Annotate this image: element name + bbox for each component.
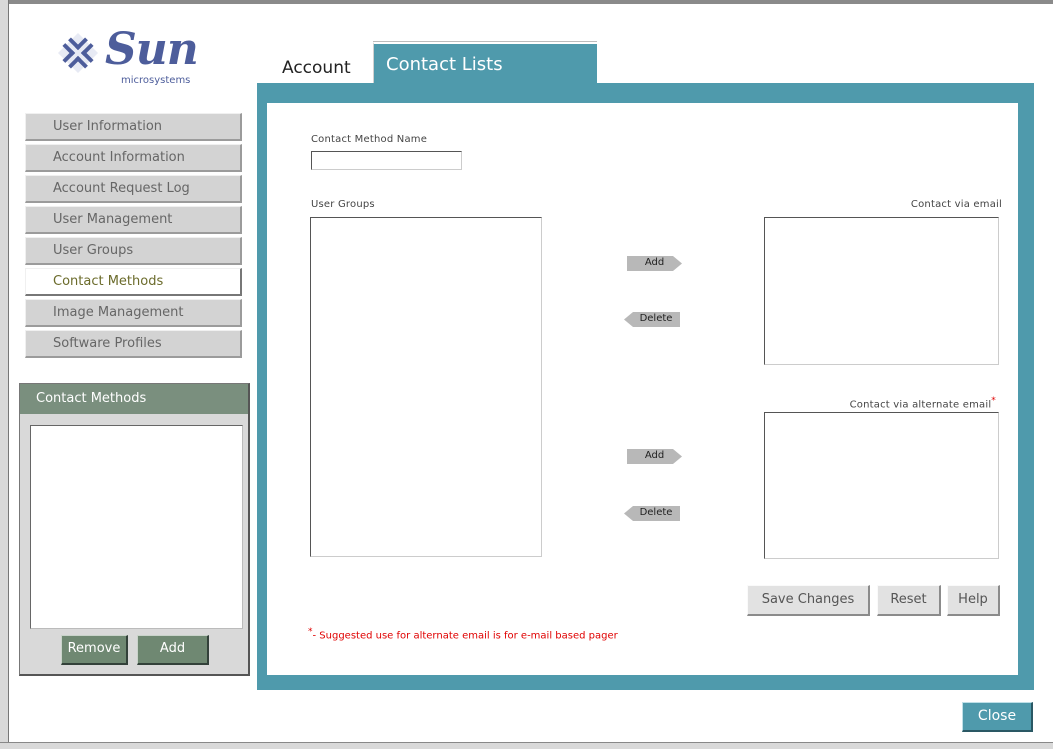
required-asterisk: * bbox=[991, 396, 996, 406]
tab-contact-lists[interactable]: Contact Lists bbox=[373, 42, 597, 83]
logo-wordmark: Sun bbox=[105, 24, 199, 75]
sidebar-item-account-information[interactable]: Account Information bbox=[25, 144, 242, 172]
contact-via-email-label: Contact via email bbox=[910, 199, 1002, 210]
contact-method-name-input[interactable] bbox=[311, 151, 462, 170]
window-left-border bbox=[0, 0, 9, 748]
add-email-button[interactable]: Add bbox=[627, 256, 682, 271]
user-groups-label: User Groups bbox=[311, 199, 375, 210]
contact-via-alternate-email-list[interactable] bbox=[764, 412, 999, 559]
add-contact-method-button[interactable]: Add bbox=[137, 635, 209, 665]
add-alternate-email-label: Add bbox=[644, 450, 665, 461]
reset-button[interactable]: Reset bbox=[877, 585, 941, 616]
tab-account[interactable]: Account bbox=[282, 58, 351, 78]
help-button[interactable]: Help bbox=[947, 585, 1000, 616]
remove-contact-method-button[interactable]: Remove bbox=[61, 635, 128, 665]
sidebar-item-account-request-log[interactable]: Account Request Log bbox=[25, 175, 242, 203]
sidebar-item-image-management[interactable]: Image Management bbox=[25, 299, 242, 327]
contact-via-alternate-email-text: Contact via alternate email bbox=[849, 399, 992, 411]
contact-via-email-list[interactable] bbox=[764, 217, 999, 365]
contact-method-name-label: Contact Method Name bbox=[311, 134, 428, 145]
contact-via-alternate-email-label: Contact via alternate email* bbox=[760, 396, 996, 410]
sidebar-item-user-information[interactable]: User Information bbox=[25, 113, 242, 141]
delete-alternate-email-button[interactable]: Delete bbox=[624, 506, 680, 521]
window-top-border bbox=[0, 0, 1053, 4]
note-text: - Suggested use for alternate email is f… bbox=[312, 630, 618, 642]
sun-diamond-icon bbox=[58, 33, 98, 73]
logo-subtitle: microsystems bbox=[121, 75, 191, 86]
contact-methods-list[interactable] bbox=[30, 425, 243, 629]
add-email-label: Add bbox=[644, 257, 665, 268]
sun-logo: Sun microsystems bbox=[55, 24, 215, 92]
delete-email-button[interactable]: Delete bbox=[624, 312, 680, 327]
contact-methods-panel-title: Contact Methods bbox=[20, 384, 248, 414]
delete-alternate-email-label: Delete bbox=[639, 507, 673, 518]
user-groups-list[interactable] bbox=[310, 217, 542, 557]
add-alternate-email-button[interactable]: Add bbox=[627, 449, 682, 464]
close-button[interactable]: Close bbox=[962, 702, 1033, 732]
sidebar-item-software-profiles[interactable]: Software Profiles bbox=[25, 330, 242, 358]
sidebar-nav: User Information Account Information Acc… bbox=[25, 113, 242, 361]
alternate-email-note: *- Suggested use for alternate email is … bbox=[308, 627, 618, 641]
save-changes-button[interactable]: Save Changes bbox=[747, 585, 870, 616]
delete-email-label: Delete bbox=[639, 313, 673, 324]
sidebar-item-contact-methods[interactable]: Contact Methods bbox=[25, 268, 242, 296]
sidebar-item-user-groups[interactable]: User Groups bbox=[25, 237, 242, 265]
sidebar-item-user-management[interactable]: User Management bbox=[25, 206, 242, 234]
contact-methods-panel: Contact Methods Remove Add bbox=[19, 383, 250, 676]
